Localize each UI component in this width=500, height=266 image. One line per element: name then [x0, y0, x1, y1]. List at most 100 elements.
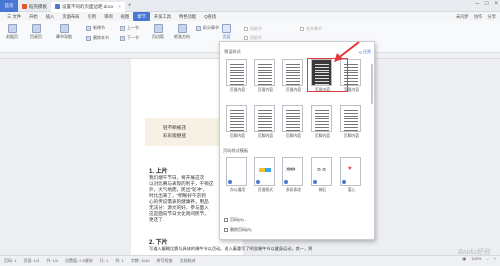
footer-style-2[interactable]: 页脚内容 — [254, 105, 275, 138]
footer-style-3[interactable]: 页脚内容 — [282, 105, 303, 138]
prev-icon — [120, 25, 125, 31]
orientation-button[interactable]: 纸张方向 — [174, 24, 190, 40]
menu-file[interactable]: 三 文件 — [3, 12, 25, 21]
thumb-line — [230, 69, 244, 71]
thumb-caption: 页脚内容 — [285, 134, 302, 138]
thumb-line — [315, 110, 329, 111]
thumb-line — [258, 83, 272, 85]
template-heart[interactable]: ♥ 爱心 — [340, 157, 361, 192]
zoom-in-icon[interactable]: + — [494, 256, 496, 261]
thumb-line — [230, 129, 244, 131]
button-label: 纸张方向 — [174, 34, 190, 39]
merge-chapter-check[interactable]: 合并章节 — [300, 26, 322, 32]
split-chapter-button[interactable]: 拆分章节 — [196, 25, 219, 31]
menu-home[interactable]: 开始 — [25, 12, 42, 21]
menu-layout[interactable]: 页面布局 — [58, 12, 83, 21]
thumb-line — [258, 118, 272, 119]
page-number-link[interactable]: 页码(N)... — [224, 217, 247, 223]
reset-label: 还原 — [363, 49, 371, 54]
watermark: Baidu经验 — [458, 249, 490, 256]
maximize-icon[interactable]: □ — [485, 1, 489, 7]
add-section-button[interactable]: 新增节 — [86, 25, 105, 31]
colorful-stripe-icon-2 — [265, 168, 271, 172]
thumb-line — [286, 112, 300, 114]
template-stripes[interactable]: »»» 多彩条纹 — [282, 157, 303, 192]
chapter-nav-button[interactable]: 章节导航 — [56, 24, 72, 40]
template-header[interactable]: 页眉版式 — [254, 157, 275, 192]
heading-1: 1. 上片 — [149, 169, 168, 175]
template-title: 页码样式模板 — [223, 148, 249, 153]
menu-references[interactable]: 引用 — [83, 12, 100, 21]
footer-style-1[interactable]: 页脚内容 — [226, 105, 247, 138]
next-icon — [120, 35, 125, 41]
status-wordcount[interactable]: 字数: 1140 — [131, 258, 150, 264]
menu-bar: 三 文件 开始 插入 页面布局 引用 审阅 视图 章节 开发工具 特色功能 Q查… — [0, 12, 500, 21]
menu-review[interactable]: 审阅 — [100, 12, 117, 21]
sync-status[interactable]: 未同步 — [456, 14, 469, 20]
ladder-icon: ര ര — [317, 167, 326, 173]
status-line: 行: 1 — [99, 258, 109, 263]
header-style-2[interactable]: 页眉内容 — [254, 59, 275, 92]
home-tab[interactable]: 首页 — [0, 0, 18, 12]
preset-title: 预设样式 — [224, 49, 241, 54]
thumb-line — [315, 126, 329, 128]
menu-developer[interactable]: 开发工具 — [150, 12, 175, 21]
doc-proofread[interactable]: 文档校对 — [180, 258, 196, 264]
heading-2: 2. 下片 — [149, 240, 168, 246]
tab-label: 设置不同的页面边距.docx — [62, 3, 114, 9]
prev-section-button[interactable]: 上一节 — [120, 25, 139, 31]
minimize-icon[interactable]: – — [476, 1, 479, 7]
tab-template[interactable]: 稻壳模板 — [18, 2, 51, 12]
new-tab-button[interactable]: + — [128, 3, 132, 9]
status-position: 设置值: 2.5厘米 — [65, 258, 93, 263]
share-button[interactable]: 分享 — [487, 14, 496, 20]
menu-features[interactable]: 特色功能 — [175, 12, 200, 21]
menu-insert[interactable]: 插入 — [42, 12, 59, 21]
thumb-line — [344, 118, 358, 119]
spell-check[interactable]: 拼写检查 — [157, 258, 173, 264]
toc-page-button[interactable]: 目录页 — [30, 24, 42, 40]
orientation-icon — [177, 24, 187, 33]
thumb-line — [286, 75, 300, 76]
delete-section-button[interactable]: 删除本节 — [86, 35, 109, 41]
footer-style-4[interactable]: 页脚内容 — [311, 105, 332, 138]
close-window-icon[interactable]: × — [494, 1, 498, 7]
template-badge — [284, 180, 288, 184]
dropdown-scrollbar[interactable] — [371, 64, 373, 104]
thumb-line — [286, 115, 300, 117]
thumb-line — [286, 69, 300, 71]
template-badge — [313, 180, 317, 184]
margins-button[interactable]: 页边距 — [152, 24, 164, 40]
thumb-line — [315, 115, 329, 117]
search-button[interactable]: Q查找 — [200, 12, 220, 21]
menu-view[interactable]: 视图 — [117, 12, 134, 21]
close-icon[interactable]: × — [118, 4, 121, 9]
check-label: 合并章节 — [306, 26, 322, 31]
check-label: 同前节 — [250, 26, 262, 31]
header-footer-button[interactable]: 页面 — [222, 24, 231, 40]
template-office[interactable]: 办公通用 — [226, 157, 247, 192]
button-label: 章节导航 — [56, 34, 72, 39]
menu-section[interactable]: 章节 — [133, 12, 150, 21]
header-style-3[interactable]: 页眉内容 — [282, 59, 303, 92]
add-section-icon — [86, 25, 91, 31]
template-badge — [342, 180, 346, 184]
same-as-prev-check[interactable]: 同前节 — [244, 26, 262, 32]
thumb-line — [230, 66, 244, 68]
template-ladder[interactable]: ര ര 梯石 — [311, 157, 332, 192]
cover-page-button[interactable]: 封面页 — [6, 24, 18, 40]
delete-page-number-link[interactable]: 删除页码(R) — [224, 227, 252, 233]
thumb-line — [344, 112, 358, 114]
doc-banner — [145, 118, 227, 146]
thumb-line — [344, 126, 358, 128]
footer-style-5[interactable]: 页脚内容 — [340, 105, 361, 138]
thumb-caption: 页眉内容 — [257, 88, 274, 92]
header-style-1[interactable]: 页眉内容 — [226, 59, 247, 92]
next-section-button[interactable]: 下一节 — [120, 35, 139, 41]
button-label: 目录页 — [30, 34, 42, 39]
tab-document[interactable]: 设置不同的页面边距.docx × — [51, 1, 125, 12]
collab-button[interactable]: 协作 — [474, 14, 483, 20]
thumb-caption: 页眉内容 — [229, 88, 246, 92]
thumb-caption: 页脚内容 — [257, 134, 274, 138]
thumb-caption: 页眉版式 — [257, 188, 274, 192]
